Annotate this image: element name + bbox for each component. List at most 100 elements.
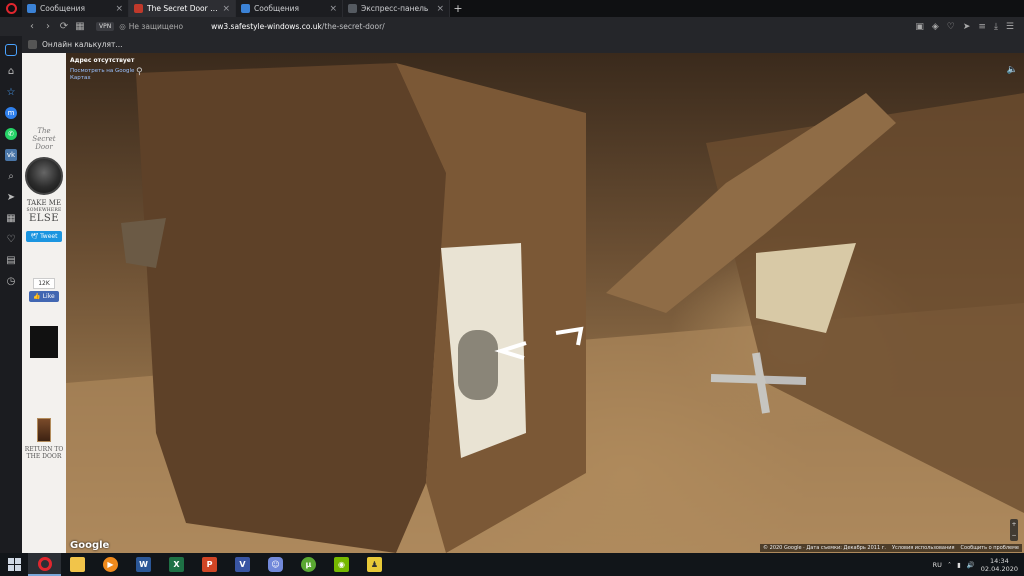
speed-dial-icon[interactable] (5, 44, 17, 56)
taskbar-utorrent[interactable]: µ (292, 553, 325, 576)
camera-icon[interactable]: ▣ (915, 22, 924, 32)
visio-icon: V (235, 557, 250, 572)
messenger-icon[interactable]: m (5, 107, 17, 119)
google-logo: Google (70, 540, 110, 551)
taskbar-powerpoint[interactable]: P (193, 553, 226, 576)
tabs-grid-icon[interactable]: ▦ (72, 21, 88, 32)
zoom-in-icon[interactable]: + (1010, 519, 1018, 530)
opera-menu-button[interactable] (0, 0, 22, 17)
language-indicator[interactable]: RU (933, 561, 942, 569)
url-field[interactable]: ww3.safestyle-windows.co.uk/the-secret-d… (211, 22, 385, 31)
menu-icon[interactable]: ≡ (978, 22, 986, 32)
tweet-button[interactable]: 🕊 Tweet (25, 231, 63, 242)
taskbar-discord[interactable]: ☺ (259, 553, 292, 576)
vk-icon[interactable]: vk (5, 149, 17, 161)
address-bar: ‹ › ⟳ ▦ VPN ◎ Не защищено ww3.safestyle-… (0, 17, 1024, 36)
site-logo[interactable]: The Secret Door (32, 127, 55, 151)
heart-icon[interactable]: ♡ (5, 233, 17, 245)
return-to-door[interactable]: RETURN TO THE DOOR (25, 446, 64, 460)
media-player-icon: ▶ (103, 557, 118, 572)
tab-title: Экспресс-панель (361, 4, 429, 13)
sound-icon[interactable]: 🔈 (1007, 65, 1018, 75)
clock[interactable]: 14:34 02.04.2020 (981, 557, 1018, 573)
map-pin-icon[interactable]: ⚲ (136, 67, 143, 77)
terms-link[interactable]: Условия использования (892, 545, 955, 551)
start-button[interactable] (0, 553, 28, 576)
shield-icon[interactable]: ◈ (932, 22, 939, 32)
chat-icon (27, 4, 36, 13)
search-icon[interactable]: ⌕ (5, 170, 17, 182)
taskbar-explorer[interactable] (61, 553, 94, 576)
app-icon: ♟ (367, 557, 382, 572)
take-me-somewhere-else[interactable]: TAKE ME SOMEWHERE ELSE (27, 199, 62, 224)
send-icon[interactable]: ➤ (5, 191, 17, 203)
facebook-like: 12K 👍 Like (29, 278, 59, 302)
tab-speed-dial[interactable]: Экспресс-панель × (343, 0, 450, 17)
new-tab-button[interactable]: + (450, 0, 466, 17)
door-thumbnail[interactable] (37, 418, 51, 442)
volume-icon[interactable]: 🔊 (967, 561, 975, 569)
heart-icon[interactable]: ♡ (947, 22, 955, 32)
utorrent-icon: µ (301, 557, 316, 572)
taskbar-excel[interactable]: X (160, 553, 193, 576)
ad-placeholder (30, 326, 58, 358)
bookmarks-bar: Онлайн калькулят... (22, 36, 1024, 53)
forward-icon[interactable]: › (40, 21, 56, 32)
tab-messages-2[interactable]: Сообщения × (236, 0, 343, 17)
clock-time: 14:34 (990, 556, 1009, 565)
network-icon[interactable]: ▮ (957, 561, 961, 569)
tab-title: Сообщения (40, 4, 86, 13)
tab-messages-1[interactable]: Сообщения × (22, 0, 129, 17)
tab-title: The Secret Door - Step Th (147, 4, 218, 13)
vpn-badge[interactable]: VPN (96, 22, 115, 31)
grid-icon[interactable]: ▦ (5, 212, 17, 224)
zoom-out-icon[interactable]: − (1010, 530, 1018, 541)
url-host: ww3.safestyle-windows.co.uk (211, 22, 322, 31)
tab-secret-door[interactable]: The Secret Door - Step Th × (129, 0, 236, 17)
map-attribution: © 2020 Google · Дата съемки: Декабрь 201… (760, 544, 1022, 552)
thumbs-up-icon: 👍 (33, 293, 41, 300)
taskbar-nvidia[interactable]: ◉ (325, 553, 358, 576)
nvidia-icon: ◉ (334, 557, 349, 572)
star-icon[interactable]: ☆ (5, 86, 17, 98)
taskbar-opera[interactable] (28, 553, 61, 576)
tab-title: Сообщения (254, 4, 300, 13)
taskbar-word[interactable]: W (127, 553, 160, 576)
close-icon[interactable]: × (436, 4, 444, 14)
discord-icon: ☺ (268, 557, 283, 572)
report-problem-link[interactable]: Сообщить о проблеме (961, 545, 1019, 551)
whatsapp-icon[interactable]: ✆ (5, 128, 17, 140)
screen: Сообщения × The Secret Door - Step Th × … (0, 0, 1024, 576)
logo-line: Door (35, 143, 53, 151)
take-line: ELSE (28, 213, 60, 224)
download-icon[interactable]: ⤓ (994, 22, 998, 32)
like-button[interactable]: 👍 Like (29, 291, 59, 302)
view-on-google-maps-link[interactable]: Посмотреть на Google Картах (70, 68, 142, 82)
street-view-panorama[interactable]: Адрес отсутствует Посмотреть на Google К… (66, 53, 1024, 553)
zoom-control[interactable]: + − (1010, 519, 1018, 541)
taskbar-app[interactable]: ♟ (358, 553, 391, 576)
security-indicator[interactable]: ◎ Не защищено (119, 22, 183, 31)
tray-arrow-icon[interactable]: ˄ (948, 561, 951, 569)
send-icon[interactable]: ➤ (963, 22, 971, 32)
settings-icon[interactable]: ☰ (1006, 22, 1014, 32)
history-icon[interactable]: ◷ (5, 275, 17, 287)
opera-icon (37, 556, 52, 571)
excel-icon: X (169, 557, 184, 572)
word-icon: W (136, 557, 151, 572)
door-knocker-button[interactable] (25, 157, 63, 195)
reload-icon[interactable]: ⟳ (56, 21, 72, 32)
powerpoint-icon: P (202, 557, 217, 572)
bookmark-calculator[interactable]: Онлайн калькулят... (42, 40, 123, 49)
news-icon[interactable]: ▤ (5, 254, 17, 266)
close-icon[interactable]: × (115, 4, 123, 14)
security-label: Не защищено (128, 22, 184, 31)
taskbar-media[interactable]: ▶ (94, 553, 127, 576)
close-icon[interactable]: × (222, 4, 230, 14)
close-icon[interactable]: × (329, 4, 337, 14)
home-icon[interactable]: ⌂ (5, 65, 17, 77)
windows-logo-icon (7, 558, 21, 571)
taskbar-visio[interactable]: V (226, 553, 259, 576)
back-icon[interactable]: ‹ (24, 21, 40, 32)
return-line: RETURN TO (24, 446, 64, 453)
